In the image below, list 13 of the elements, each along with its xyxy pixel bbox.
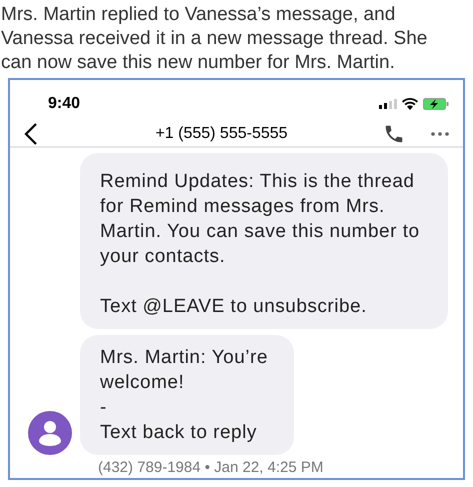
battery-charging-icon	[423, 98, 449, 110]
status-time: 9:40	[48, 94, 80, 114]
avatar-icon	[28, 411, 72, 455]
message-bubble: Remind Updates: This is the thread for Remind messages from Mrs. Martin. You can save this number to your contacts. Text @LEAVE to unsubscribe.	[80, 153, 448, 329]
signal-icon	[379, 99, 397, 109]
message-meta: (432) 789-1984 • Jan 22, 4:25 PM	[97, 458, 324, 478]
caption: Mrs. Martin replied to Vanessa’s message, and Vanessa received it in a new message thread. She can now save this new number for Mrs. Martin.	[0, 3, 428, 75]
back-icon[interactable]	[24, 122, 38, 146]
header-title: +1 (555) 555-5555	[154, 124, 289, 144]
wifi-icon	[402, 98, 418, 110]
more-icon[interactable]	[431, 132, 449, 136]
message-bubble: Mrs. Martin: You’re welcome! - Text back to reply	[80, 335, 294, 455]
phone-icon[interactable]	[383, 123, 405, 145]
